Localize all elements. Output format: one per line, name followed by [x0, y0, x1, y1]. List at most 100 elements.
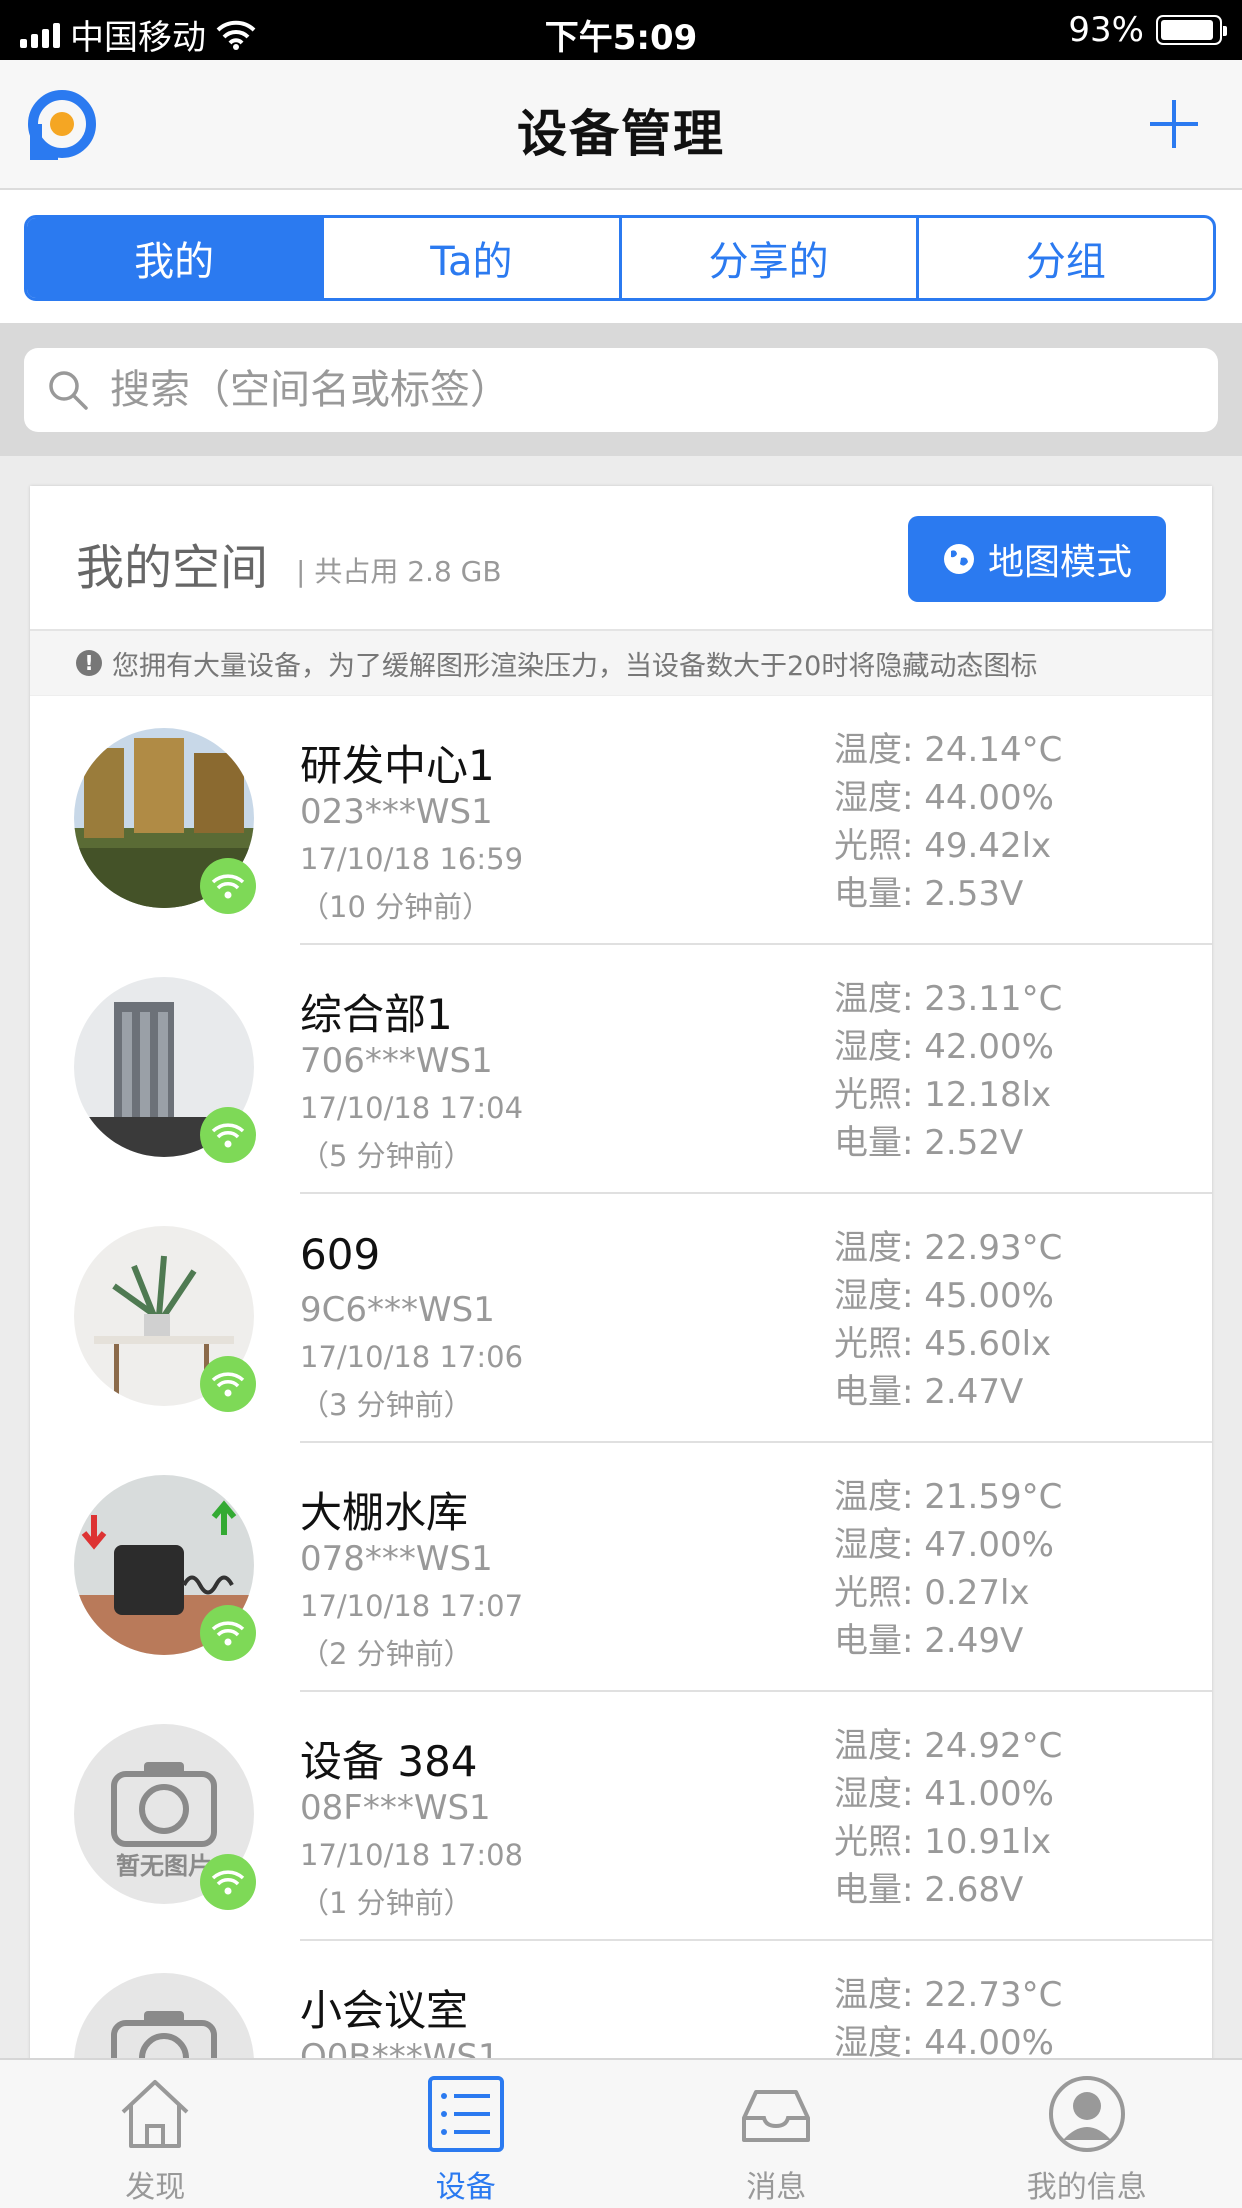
temperature-reading: 温度: 22.93°C: [834, 1228, 1063, 1268]
temperature-reading: 温度: 24.92°C: [834, 1726, 1063, 1766]
humidity-reading: 湿度: 42.00%: [834, 1027, 1054, 1067]
search-box[interactable]: [24, 348, 1218, 432]
device-timestamp: 17/10/18 17:08: [300, 1838, 524, 1872]
device-readings: 温度: 23.11°C 湿度: 42.00% 光照: 12.18lx 电量: 2…: [834, 975, 1062, 1167]
segmented-control: 我的 Ta的 分享的 分组: [24, 215, 1216, 301]
device-row[interactable]: 研发中心1 023***WS1 17/10/18 16:59 （10 分钟前） …: [30, 696, 1212, 945]
wifi-online-icon: [200, 1605, 256, 1661]
segment-ta[interactable]: Ta的: [321, 218, 618, 298]
device-row[interactable]: 综合部1 706***WS1 17/10/18 17:04 （5 分钟前） 温度…: [30, 945, 1212, 1194]
temperature-reading: 温度: 21.59°C: [834, 1477, 1063, 1517]
profile-icon: [1048, 2076, 1125, 2152]
temperature-reading: 温度: 22.73°C: [834, 1975, 1063, 2015]
light-reading: 光照: 10.91lx: [834, 1822, 1052, 1862]
device-readings: 温度: 24.14°C 湿度: 44.00% 光照: 49.42lx 电量: 2…: [834, 726, 1062, 918]
device-id: 023***WS1: [300, 792, 493, 832]
tab-label: 消息: [746, 2170, 807, 2205]
status-bar: 中国移动 下午5:09 93%: [0, 0, 1242, 60]
power-reading: 电量: 2.49V: [834, 1621, 1024, 1661]
globe-icon: [943, 544, 974, 574]
inbox-icon: [742, 2090, 811, 2142]
device-readings: 温度: 22.93°C 湿度: 45.00% 光照: 45.60lx 电量: 2…: [834, 1224, 1062, 1416]
tab-discover[interactable]: 发现: [0, 2060, 311, 2208]
search-input[interactable]: [108, 366, 1112, 414]
no-image-text: 暂无图片: [116, 1852, 212, 1880]
space-card: 我的空间 | 共占用 2.8 GB 地图模式 ! 您拥有大量设备，为了缓解图形渲…: [30, 486, 1212, 2058]
device-timestamp: 17/10/18 17:06: [300, 1340, 524, 1374]
humidity-reading: 湿度: 45.00%: [834, 1276, 1054, 1316]
device-id: 078***WS1: [300, 1539, 493, 1579]
device-relative-time: （3 分钟前）: [300, 1388, 473, 1422]
notice-bar: ! 您拥有大量设备，为了缓解图形渲染压力，当设备数大于20时将隐藏动态图标: [30, 631, 1212, 696]
device-row[interactable]: 暂无图片 设备 384 08F***WS1 17/10/18 17:08 （1 …: [30, 1692, 1212, 1941]
segment-shared[interactable]: 分享的: [618, 218, 916, 298]
device-list: 研发中心1 023***WS1 17/10/18 16:59 （10 分钟前） …: [30, 696, 1212, 2058]
device-timestamp: 17/10/18 17:07: [300, 1589, 524, 1623]
plus-icon[interactable]: [1146, 96, 1202, 152]
content-area: 我的空间 | 共占用 2.8 GB 地图模式 ! 您拥有大量设备，为了缓解图形渲…: [0, 456, 1242, 2058]
search-area: [0, 323, 1242, 456]
humidity-reading: 湿度: 44.00%: [834, 778, 1054, 818]
device-name: 综合部1: [300, 990, 453, 1039]
page-title: 设备管理: [517, 105, 725, 163]
map-mode-label: 地图模式: [987, 542, 1132, 583]
humidity-reading: 湿度: 47.00%: [834, 1525, 1054, 1565]
battery-percent: 93%: [1068, 10, 1144, 50]
device-row[interactable]: 小会议室 Q0B***WS1 温度: 22.73°C 湿度: 44.00%: [30, 1941, 1212, 2058]
device-id: 08F***WS1: [300, 1788, 491, 1828]
exclamation-icon: !: [76, 650, 102, 676]
tab-messages[interactable]: 消息: [621, 2060, 932, 2208]
device-timestamp: 17/10/18 16:59: [300, 842, 524, 876]
status-time: 下午5:09: [544, 18, 698, 58]
device-row[interactable]: 609 9C6***WS1 17/10/18 17:06 （3 分钟前） 温度:…: [30, 1194, 1212, 1443]
temperature-reading: 温度: 24.14°C: [834, 730, 1063, 770]
light-reading: 光照: 45.60lx: [834, 1324, 1052, 1364]
device-id: 706***WS1: [300, 1041, 493, 1081]
wifi-online-icon: [200, 1854, 256, 1910]
temperature-reading: 温度: 23.11°C: [834, 979, 1063, 1019]
humidity-reading: 湿度: 44.00%: [834, 2023, 1054, 2058]
device-readings: 温度: 22.73°C 湿度: 44.00%: [834, 1971, 1062, 2058]
device-relative-time: （2 分钟前）: [300, 1637, 473, 1671]
wifi-online-icon: [200, 858, 256, 914]
device-name: 609: [300, 1230, 381, 1279]
light-reading: 光照: 49.42lx: [834, 826, 1052, 866]
light-reading: 光照: 0.27lx: [834, 1573, 1030, 1613]
power-reading: 电量: 2.68V: [834, 1870, 1024, 1910]
device-name: 大棚水库: [300, 1488, 469, 1537]
power-reading: 电量: 2.53V: [834, 874, 1024, 914]
notice-text: 您拥有大量设备，为了缓解图形渲染压力，当设备数大于20时将隐藏动态图标: [112, 650, 1038, 682]
device-timestamp: 17/10/18 17:04: [300, 1091, 524, 1125]
battery-icon: [1156, 15, 1227, 45]
wifi-online-icon: [200, 1356, 256, 1412]
tab-devices[interactable]: 设备: [311, 2060, 622, 2208]
device-row[interactable]: 大棚水库 078***WS1 17/10/18 17:07 （2 分钟前） 温度…: [30, 1443, 1212, 1692]
space-title: 我的空间: [76, 540, 269, 596]
segment-mine[interactable]: 我的: [27, 218, 322, 298]
device-id: Q0B***WS1: [300, 2037, 500, 2058]
search-icon: [49, 371, 88, 410]
device-name: 小会议室: [300, 1986, 469, 2035]
device-id: 9C6***WS1: [300, 1290, 495, 1330]
device-relative-time: （10 分钟前）: [300, 890, 492, 924]
segment-group[interactable]: 分组: [915, 218, 1213, 298]
map-mode-button[interactable]: 地图模式: [908, 516, 1166, 602]
tab-bar: 发现 设备 消息 我的信息: [0, 2058, 1242, 2208]
space-header: 我的空间 | 共占用 2.8 GB 地图模式: [30, 486, 1212, 631]
power-reading: 电量: 2.47V: [834, 1372, 1024, 1412]
power-reading: 电量: 2.52V: [834, 1123, 1024, 1163]
list-icon: [427, 2076, 504, 2152]
space-usage: | 共占用 2.8 GB: [296, 555, 502, 588]
tab-my-info[interactable]: 我的信息: [932, 2060, 1242, 2208]
tab-label: 我的信息: [1026, 2170, 1147, 2205]
device-name: 设备 384: [300, 1737, 478, 1786]
device-readings: 温度: 21.59°C 湿度: 47.00% 光照: 0.27lx 电量: 2.…: [834, 1473, 1062, 1665]
wifi-online-icon: [200, 1107, 256, 1163]
device-relative-time: （5 分钟前）: [300, 1139, 473, 1173]
tab-label: 发现: [125, 2170, 186, 2205]
tab-label: 设备: [435, 2170, 496, 2205]
device-name: 研发中心1: [300, 741, 495, 790]
nav-bar: 设备管理: [0, 60, 1242, 190]
device-readings: 温度: 24.92°C 湿度: 41.00% 光照: 10.91lx 电量: 2…: [834, 1722, 1062, 1914]
home-icon: [121, 2080, 189, 2148]
